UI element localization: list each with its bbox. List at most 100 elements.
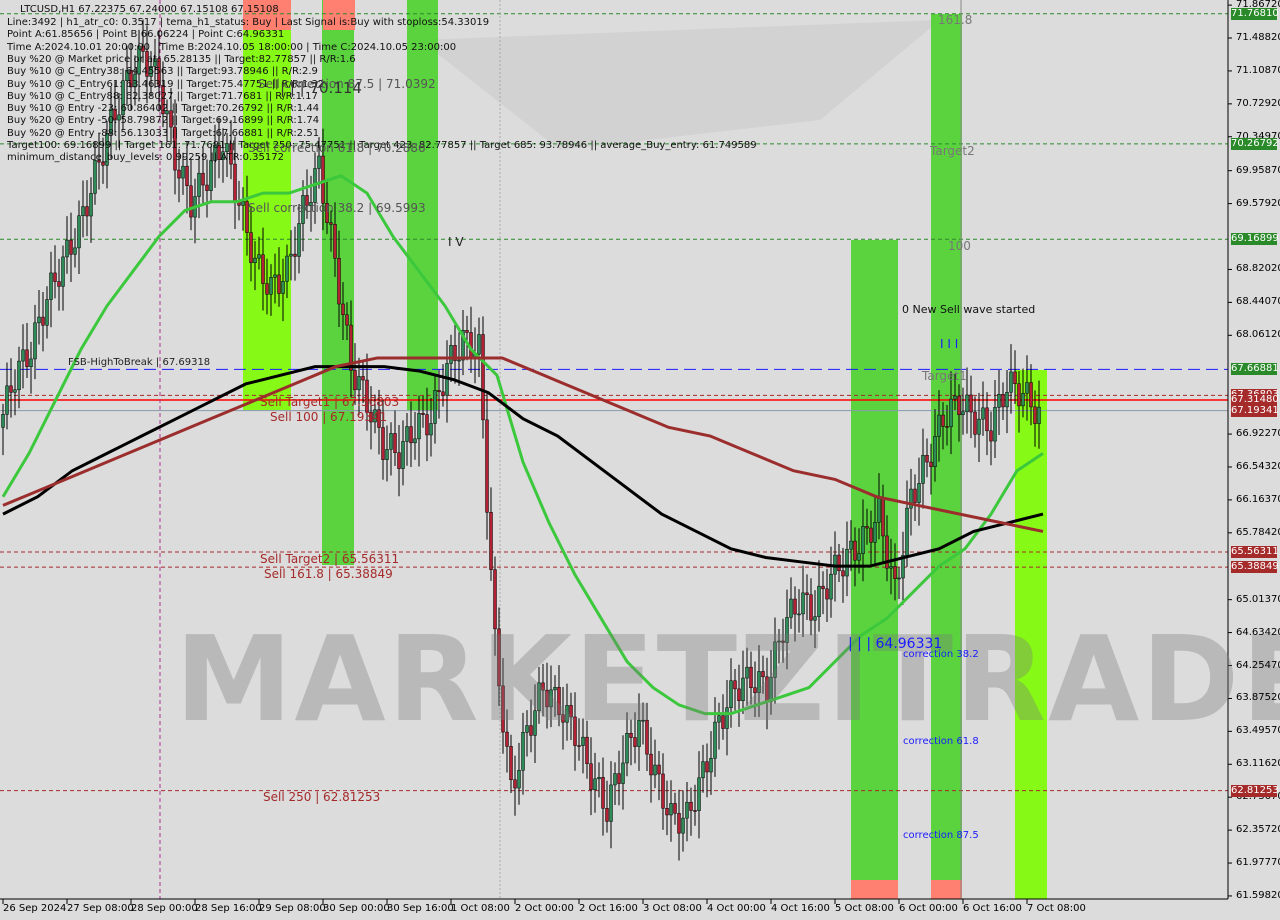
candle [593, 778, 597, 791]
candle [933, 436, 937, 467]
candle [209, 160, 213, 191]
y-tick-label: 69.57920 [1236, 197, 1280, 209]
y-tick-label: 71.48820 [1236, 32, 1280, 43]
candle [57, 281, 61, 287]
candle [65, 239, 69, 258]
candle [881, 498, 885, 537]
candle [1029, 382, 1033, 408]
candle [913, 488, 917, 503]
x-tick-label: 2 Oct 00:00 [515, 903, 574, 914]
candle [657, 764, 661, 775]
price-tag: 69.16899 [1231, 233, 1279, 246]
candle [941, 414, 945, 427]
correction-875-label: correction 87.5 [903, 830, 979, 841]
signal-zone-red [851, 880, 898, 899]
level-100-label: 100 [948, 239, 971, 253]
candle [709, 758, 713, 773]
y-tick-label: 61.59820 [1236, 889, 1280, 901]
x-tick-label: 7 Oct 08:00 [1027, 903, 1086, 914]
y-tick-label: 63.49570 [1236, 725, 1280, 737]
candle [481, 334, 485, 421]
candle [877, 498, 881, 523]
y-tick-label: 63.11620 [1236, 758, 1280, 770]
candle [293, 253, 297, 257]
candle [269, 277, 273, 295]
candle [45, 299, 49, 326]
candle [21, 349, 25, 362]
candle [397, 452, 401, 469]
candle [345, 314, 349, 326]
candle [685, 801, 689, 819]
candle [981, 407, 985, 420]
y-tick-label: 68.44070 [1236, 296, 1280, 308]
x-tick-label: 2 Oct 16:00 [579, 903, 638, 914]
sell-250-label: Sell 250 | 62.81253 [263, 790, 381, 804]
correction-618-label: correction 61.8 [903, 736, 979, 747]
wave-iii-label: I I I [940, 337, 959, 351]
y-tick-label: 62.35720 [1236, 824, 1280, 836]
candle [985, 407, 989, 432]
candle [353, 370, 357, 391]
candle [961, 411, 965, 415]
candle [233, 163, 237, 202]
wave-iii-top-label: | | | 70.114 [280, 79, 362, 97]
candle [33, 322, 37, 360]
candle [1005, 391, 1009, 408]
candle [1037, 406, 1041, 424]
sell-target1-label: Sell Target1 | 67.36803 [260, 395, 400, 409]
info-line: minimum_distance_buy_levels: 0.99259 || … [7, 152, 284, 164]
candle [61, 256, 65, 287]
candle [289, 253, 293, 257]
candle [393, 433, 397, 453]
x-tick-label: 29 Sep 08:00 [259, 903, 326, 914]
candle [973, 411, 977, 435]
price-tag: 70.26792 [1231, 137, 1279, 150]
candle [465, 330, 469, 333]
price-tag: 65.38849 [1231, 561, 1279, 574]
candle [689, 801, 693, 811]
candle [337, 258, 341, 305]
x-tick-label: 6 Oct 00:00 [899, 903, 958, 914]
candle [937, 414, 941, 437]
candle [613, 773, 617, 786]
candle [605, 808, 609, 822]
candle [253, 257, 257, 264]
candle [341, 303, 345, 316]
x-tick-label: 5 Oct 08:00 [835, 903, 894, 914]
candle [49, 272, 53, 300]
y-tick-label: 66.54320 [1236, 460, 1280, 472]
candle [273, 274, 277, 278]
candle [5, 385, 9, 415]
y-tick-label: 65.78420 [1236, 526, 1280, 538]
chart-title: LTCUSD,H1 67.22375 67.24000 67.15108 67.… [20, 4, 279, 15]
price-tag: 67.19341 [1231, 404, 1279, 417]
target2-label: Target2 [930, 144, 975, 158]
candle [837, 554, 841, 572]
candle [69, 239, 73, 255]
candle [989, 430, 993, 442]
candle [13, 389, 17, 393]
x-tick-label: 30 Sep 16:00 [387, 903, 454, 914]
y-tick-label: 68.82020 [1236, 263, 1280, 275]
candle [649, 753, 653, 776]
candle [953, 395, 957, 400]
candle [969, 394, 973, 413]
price-tag: 65.56311 [1231, 546, 1279, 558]
candle [281, 281, 285, 294]
candle [653, 764, 657, 776]
candle [329, 222, 333, 225]
candle [853, 540, 857, 561]
candle [1033, 406, 1037, 424]
info-line: Line:3492 | h1_atr_c0: 0.3517 | tema_h1_… [7, 17, 490, 28]
y-tick-label: 68.06120 [1236, 329, 1280, 341]
candle [357, 376, 361, 391]
candle [417, 412, 421, 440]
candle [857, 553, 861, 561]
candle [93, 160, 97, 194]
candle [705, 761, 709, 773]
candle [249, 232, 253, 264]
price-tag: 67.66881 [1231, 363, 1279, 376]
candle [1, 414, 5, 428]
candle [993, 407, 997, 442]
candle [201, 172, 205, 186]
